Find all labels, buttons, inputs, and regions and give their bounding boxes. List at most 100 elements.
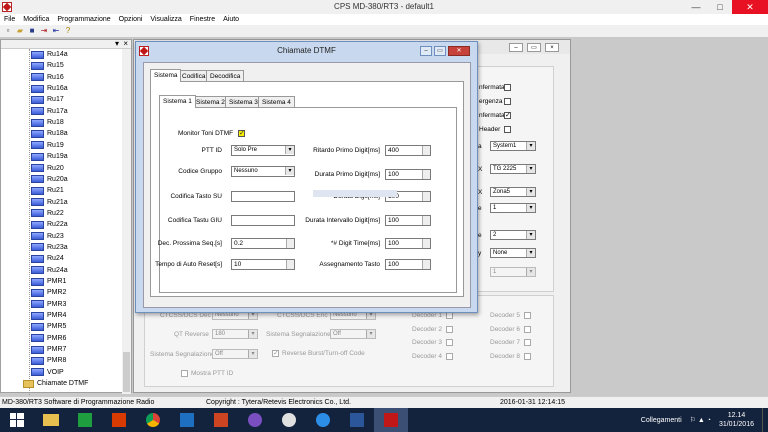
tree-item-channel[interactable]: PMR7 (31, 344, 66, 355)
clock[interactable]: 12.14 31/01/2016 (719, 411, 754, 429)
tree-item-channel[interactable]: PMR3 (31, 299, 66, 310)
bg-select[interactable]: None (490, 248, 536, 258)
monitor-dtmf-checkbox[interactable]: ✓ (238, 130, 245, 137)
dtmf-text-field[interactable] (231, 215, 295, 226)
decoder-checkbox[interactable] (446, 352, 453, 360)
qt-reverse-select[interactable]: 180 (212, 329, 258, 339)
menu-aiuto[interactable]: Aiuto (219, 14, 243, 25)
close-button[interactable]: ✕ (732, 0, 768, 14)
decoder-checkbox[interactable] (524, 352, 531, 360)
tree-item-channel[interactable]: Ru24 (31, 253, 64, 264)
tab-sistema-1[interactable]: Sistema 1 (159, 95, 196, 108)
bg-select[interactable]: 1 (490, 267, 536, 277)
sistema-segnalazione-2-select[interactable]: Off (212, 349, 258, 359)
show-desktop-button[interactable] (762, 408, 768, 432)
tree-item-channel[interactable]: PMR1 (31, 276, 66, 287)
taskbar-app-a[interactable] (170, 408, 204, 432)
write-radio-icon[interactable]: ⇤ (51, 26, 61, 36)
tree-item-channel[interactable]: Ru18 (31, 117, 64, 128)
tree-item-channel[interactable]: Ru18a (31, 128, 68, 139)
decoder-checkbox[interactable] (446, 312, 453, 319)
dtmf-text-field[interactable] (231, 191, 295, 202)
tree-item-channel[interactable]: PMR8 (31, 355, 66, 366)
tray-icons[interactable]: ⚐ ▲ ◔ (690, 416, 711, 424)
bg-select[interactable]: 2 (490, 230, 536, 240)
menu-modifica[interactable]: Modifica (19, 14, 53, 25)
tree-item-channel[interactable]: Ru21a (31, 197, 68, 208)
channel-minimize-button[interactable]: – (509, 43, 523, 52)
menu-opzioni[interactable]: Opzioni (115, 14, 147, 25)
decoder-checkbox[interactable] (524, 325, 531, 333)
sistema-segnalazione-select[interactable]: Off (330, 329, 376, 339)
menu-finestre[interactable]: Finestre (186, 14, 219, 25)
open-folder-icon[interactable]: ▰ (15, 26, 25, 36)
dtmf-timing-spinbox[interactable]: 100 (385, 215, 431, 226)
tab-sistema[interactable]: Sistema (150, 69, 182, 82)
maximize-button[interactable]: □ (708, 0, 732, 14)
tree-item-channel[interactable]: Ru19 (31, 140, 64, 151)
tree-item-channel[interactable]: PMR2 (31, 287, 66, 298)
tree-scrollbar-thumb[interactable] (123, 352, 130, 392)
bg-select[interactable]: System1 (490, 141, 536, 151)
dialog-minimize-button[interactable]: – (420, 46, 432, 56)
menu-programmazione[interactable]: Programmazione (53, 14, 114, 25)
tree-item-chiamate-dtmf[interactable]: Chiamate DTMF (23, 378, 88, 389)
minimize-button[interactable]: — (684, 0, 708, 14)
tree-item-channel[interactable]: Ru17 (31, 94, 64, 105)
tree-item-channel[interactable]: Ru23 (31, 231, 64, 242)
taskbar-settings[interactable] (238, 408, 272, 432)
taskbar-itunes[interactable] (272, 408, 306, 432)
tree-item-channel[interactable]: PMR5 (31, 321, 66, 332)
taskbar-word[interactable] (340, 408, 374, 432)
tree-item-channel[interactable]: Ru22 (31, 208, 64, 219)
tree-item-channel[interactable]: PMR6 (31, 333, 66, 344)
taskbar-ie[interactable] (306, 408, 340, 432)
tree-item-channel[interactable]: Ru16a (31, 83, 68, 94)
help-icon[interactable]: ? (63, 26, 73, 36)
decoder-checkbox[interactable] (524, 312, 531, 319)
tree-item-channel[interactable]: Ru23a (31, 242, 68, 253)
dialog-maximize-button[interactable]: ▭ (434, 46, 446, 56)
decoder-checkbox[interactable] (446, 325, 453, 333)
tree-item-channel[interactable]: PMR4 (31, 310, 66, 321)
dtmf-select[interactable]: Solo Pre (231, 145, 295, 156)
start-button[interactable] (0, 408, 34, 432)
bg-select[interactable]: TG 2225 (490, 164, 536, 174)
tree-item-channel[interactable]: Ru14a (31, 49, 68, 60)
dtmf-timing-spinbox[interactable]: 100 (385, 238, 431, 249)
decoder-checkbox[interactable] (446, 339, 453, 346)
dialog-close-button[interactable]: ✕ (448, 46, 470, 56)
taskbar-office[interactable] (102, 408, 136, 432)
dtmf-spinbox[interactable]: 0.2 (231, 238, 295, 249)
reverse-burst-checkbox[interactable]: ✓ (272, 350, 279, 357)
tree-item-channel[interactable]: Ru22a (31, 219, 68, 230)
dtmf-timing-spinbox[interactable]: 400 (385, 145, 431, 156)
bg-checkbox[interactable] (504, 84, 511, 91)
tree-scrollbar[interactable] (122, 49, 131, 394)
close-panel-icon[interactable]: × (123, 39, 128, 48)
network-label[interactable]: Collegamenti (641, 417, 682, 424)
dtmf-spinbox[interactable]: 10 (231, 259, 295, 270)
save-icon[interactable]: ■ (27, 26, 37, 36)
bg-select[interactable]: 1 (490, 203, 536, 213)
tree-item-channel[interactable]: Ru16 (31, 72, 64, 83)
tree-item-channel[interactable]: Ru20 (31, 163, 64, 174)
dtmf-select[interactable]: Nessuno (231, 166, 295, 177)
bg-checkbox[interactable] (504, 98, 511, 105)
mostra-ptt-id-checkbox[interactable] (181, 370, 188, 377)
tree-item-channel[interactable]: Ru24a (31, 265, 68, 276)
bg-checkbox[interactable] (504, 126, 511, 133)
pin-icon[interactable]: ▾ (115, 39, 119, 48)
menu-file[interactable]: File (0, 14, 19, 25)
channel-close-button[interactable]: × (545, 43, 559, 52)
taskbar-cps[interactable] (374, 408, 408, 432)
taskbar-chrome[interactable] (136, 408, 170, 432)
bg-select[interactable]: Zona5 (490, 187, 536, 197)
new-file-icon[interactable]: ▫ (3, 26, 13, 36)
dtmf-timing-spinbox[interactable]: 100 (385, 169, 431, 180)
menu-visualizza[interactable]: Visualizza (146, 14, 185, 25)
bg-checkbox[interactable]: ✓ (504, 112, 511, 119)
dtmf-timing-spinbox[interactable]: 100 (385, 259, 431, 270)
decoder-checkbox[interactable] (524, 339, 531, 346)
tree-item-channel[interactable]: VOIP (31, 367, 64, 378)
